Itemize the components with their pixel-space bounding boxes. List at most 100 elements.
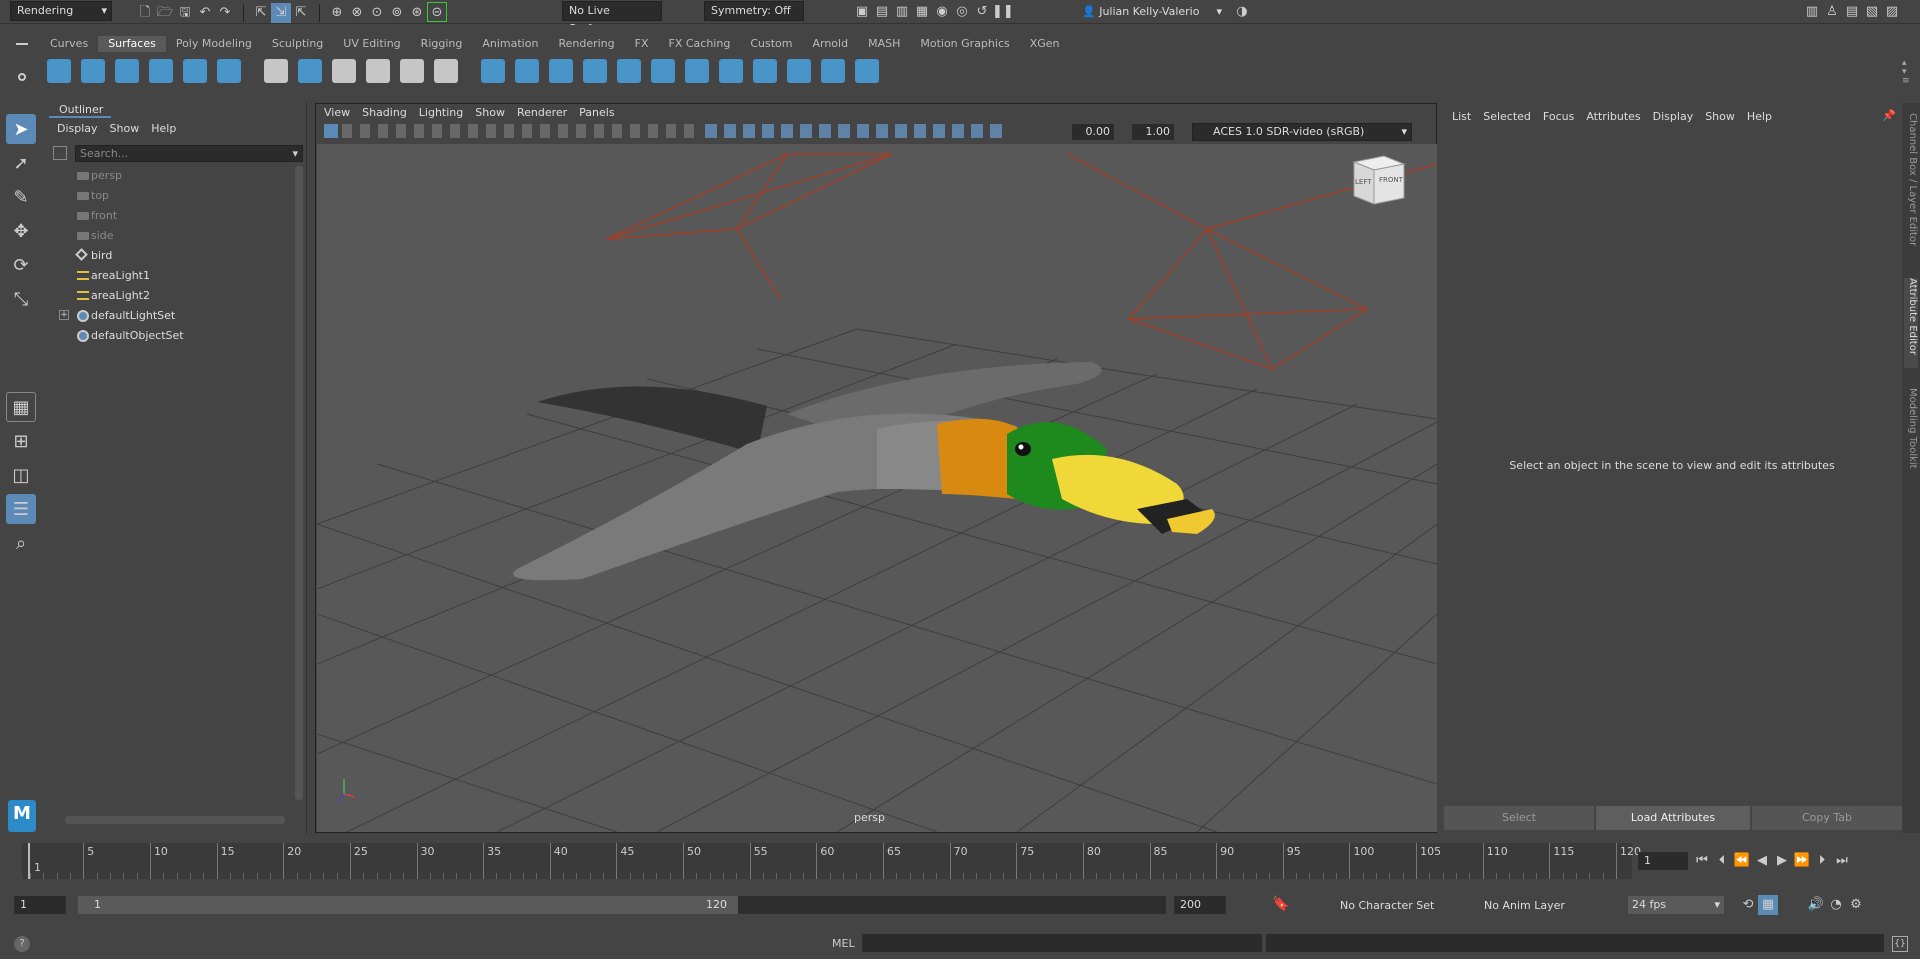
attribute-editor-menu-help[interactable]: Help — [1747, 110, 1772, 123]
command-input[interactable] — [862, 934, 1262, 952]
snap-curve-icon[interactable]: ⊗ — [347, 3, 367, 23]
hypershade-icon[interactable]: ◉ — [932, 2, 952, 22]
range-slider[interactable]: 1 120 — [78, 896, 1166, 914]
viewport-menu-renderer[interactable]: Renderer — [517, 106, 567, 119]
pin-icon[interactable]: 📌 — [1882, 109, 1896, 122]
viewport-menu-show[interactable]: Show — [475, 106, 505, 119]
select-button[interactable]: Select — [1444, 806, 1594, 830]
account-status-icon[interactable]: ◑ — [1232, 2, 1252, 22]
shelf-tab-mash[interactable]: MASH — [858, 36, 910, 52]
attribute-editor-menu-focus[interactable]: Focus — [1543, 110, 1574, 123]
outliner-item[interactable]: front — [51, 206, 291, 226]
channel-box-toggle-icon[interactable]: ▨ — [1882, 2, 1902, 22]
step-back-key-icon[interactable]: ⏪ — [1732, 851, 1752, 871]
playback-speed-icon[interactable]: ◔ — [1826, 895, 1846, 915]
go-to-end-icon[interactable]: ⏭ — [1832, 851, 1852, 871]
select-component-icon[interactable]: ⇱ — [291, 3, 311, 23]
attribute-editor-tab[interactable]: Attribute Editor — [1904, 278, 1918, 368]
arnold-render-icon[interactable]: ◎ — [952, 2, 972, 22]
anim-layer-dropdown[interactable]: No Anim Layer — [1484, 897, 1594, 915]
play-backwards-icon[interactable]: ◀ — [1752, 851, 1772, 871]
attribute-editor-menu-selected[interactable]: Selected — [1483, 110, 1531, 123]
outliner-item[interactable]: defaultObjectSet — [51, 326, 291, 346]
undo-icon[interactable]: ↶ — [195, 3, 215, 23]
character-set-dropdown[interactable]: No Character Set — [1340, 897, 1460, 915]
viewport-tool-icons[interactable] — [341, 124, 702, 138]
shelf-tool-icon[interactable] — [81, 59, 105, 83]
shelf-tool-icon[interactable] — [217, 59, 241, 83]
snap-point-icon[interactable]: ⊙ — [367, 3, 387, 23]
viewport-menu-shading[interactable]: Shading — [362, 106, 407, 119]
help-icon[interactable]: ? — [14, 936, 30, 952]
viewport-canvas[interactable] — [317, 144, 1437, 832]
shelf-tool-icon[interactable] — [753, 59, 777, 83]
move-tool-icon[interactable]: ✥ — [6, 216, 36, 246]
outliner-menu-help[interactable]: Help — [151, 122, 176, 135]
shelf-tab-fx-caching[interactable]: FX Caching — [659, 36, 741, 52]
shelf-tool-icon[interactable] — [549, 59, 573, 83]
load-attributes-button[interactable]: Load Attributes — [1596, 806, 1750, 830]
shelf-tool-icon[interactable] — [685, 59, 709, 83]
snap-surface-icon[interactable]: ⊛ — [407, 3, 427, 23]
outliner-tab[interactable]: Outliner — [49, 102, 111, 118]
modeling-toolkit-toggle-icon[interactable]: ▥ — [1802, 2, 1822, 22]
animation-preferences-icon[interactable]: ⚙ — [1846, 895, 1866, 915]
outliner-filter-icon[interactable] — [53, 146, 67, 160]
start-time-field[interactable]: 1 — [14, 896, 66, 914]
shelf-scroll-icon[interactable]: ▴ ▾ ≡ — [1902, 59, 1912, 87]
current-frame-field[interactable]: 1 — [1638, 852, 1688, 870]
snap-view-icon[interactable]: ⊚ — [387, 3, 407, 23]
four-pane-layout-icon[interactable]: ⊞ — [6, 426, 36, 456]
shelf-tab-animation[interactable]: Animation — [472, 36, 548, 52]
attribute-editor-menu-show[interactable]: Show — [1705, 110, 1735, 123]
shelf-tab-poly-modeling[interactable]: Poly Modeling — [166, 36, 262, 52]
new-scene-icon[interactable]: 🗋 — [135, 3, 155, 23]
outliner-item[interactable]: areaLight2 — [51, 286, 291, 306]
shelf-tab-xgen[interactable]: XGen — [1020, 36, 1070, 52]
shelf-tool-icon[interactable] — [115, 59, 139, 83]
arnold-ipr-icon[interactable]: ↺ — [972, 2, 992, 22]
ipr-render-icon[interactable]: ▥ — [892, 2, 912, 22]
shelf-tool-icon[interactable] — [617, 59, 641, 83]
color-space-dropdown[interactable]: ACES 1.0 SDR-video (sRGB) ▾ — [1192, 123, 1412, 141]
render-frame-icon[interactable]: ▤ — [872, 2, 892, 22]
shelf-tab-custom[interactable]: Custom — [740, 36, 802, 52]
expand-icon[interactable]: + — [59, 310, 69, 320]
shelf-tool-icon[interactable] — [855, 59, 879, 83]
shelf-tool-icon[interactable] — [583, 59, 607, 83]
bookmark-icon[interactable]: 🔖 — [1272, 896, 1289, 912]
channel-box-tab[interactable]: Channel Box / Layer Editor — [1904, 113, 1918, 263]
single-pane-layout-icon[interactable]: ▦ — [6, 392, 36, 422]
shelf-tab-curves[interactable]: Curves — [40, 36, 98, 52]
shelf-menu-icon[interactable] — [16, 43, 28, 45]
shelf-tab-motion-graphics[interactable]: Motion Graphics — [910, 36, 1019, 52]
symmetry-dropdown[interactable]: Symmetry: Off — [704, 1, 804, 21]
character-controls-icon[interactable]: ♙ — [1822, 2, 1842, 22]
shelf-tool-icon[interactable] — [47, 59, 71, 83]
select-tool-icon[interactable]: ➤ — [6, 114, 36, 144]
shelf-tool-icon[interactable] — [434, 59, 458, 83]
shelf-tab-sculpting[interactable]: Sculpting — [262, 36, 333, 52]
select-hierarchy-icon[interactable]: ⇱ — [251, 3, 271, 23]
outliner-item[interactable]: + defaultLightSet — [51, 306, 291, 326]
scale-tool-icon[interactable]: ⤡ — [6, 284, 36, 314]
shelf-tool-icon[interactable] — [183, 59, 207, 83]
shelf-options-icon[interactable] — [18, 73, 26, 81]
attribute-editor-toggle-icon[interactable]: ▤ — [1842, 2, 1862, 22]
outliner-vertical-scrollbar[interactable] — [295, 166, 303, 800]
live-surface-field[interactable]: No Live Surface — [562, 1, 662, 35]
shelf-tool-icon[interactable] — [149, 59, 173, 83]
step-forward-key-icon[interactable]: ⏩ — [1792, 851, 1812, 871]
outliner-item[interactable]: side — [51, 226, 291, 246]
modeling-toolkit-tab[interactable]: Modeling Toolkit — [1904, 388, 1918, 478]
step-forward-frame-icon[interactable]: ⏵ — [1812, 851, 1832, 871]
rotate-tool-icon[interactable]: ⟳ — [6, 250, 36, 280]
range-slider-handle[interactable] — [78, 896, 738, 914]
shelf-tool-icon[interactable] — [332, 59, 356, 83]
render-view-icon[interactable]: ▣ — [852, 2, 872, 22]
gamma-field[interactable]: 1.00 — [1132, 124, 1174, 140]
loop-icon[interactable]: ⟲ — [1738, 895, 1758, 915]
search-icon[interactable]: ⌕ — [6, 528, 36, 558]
shelf-tab-fx[interactable]: FX — [625, 36, 659, 52]
go-to-start-icon[interactable]: ⏮ — [1692, 851, 1712, 871]
